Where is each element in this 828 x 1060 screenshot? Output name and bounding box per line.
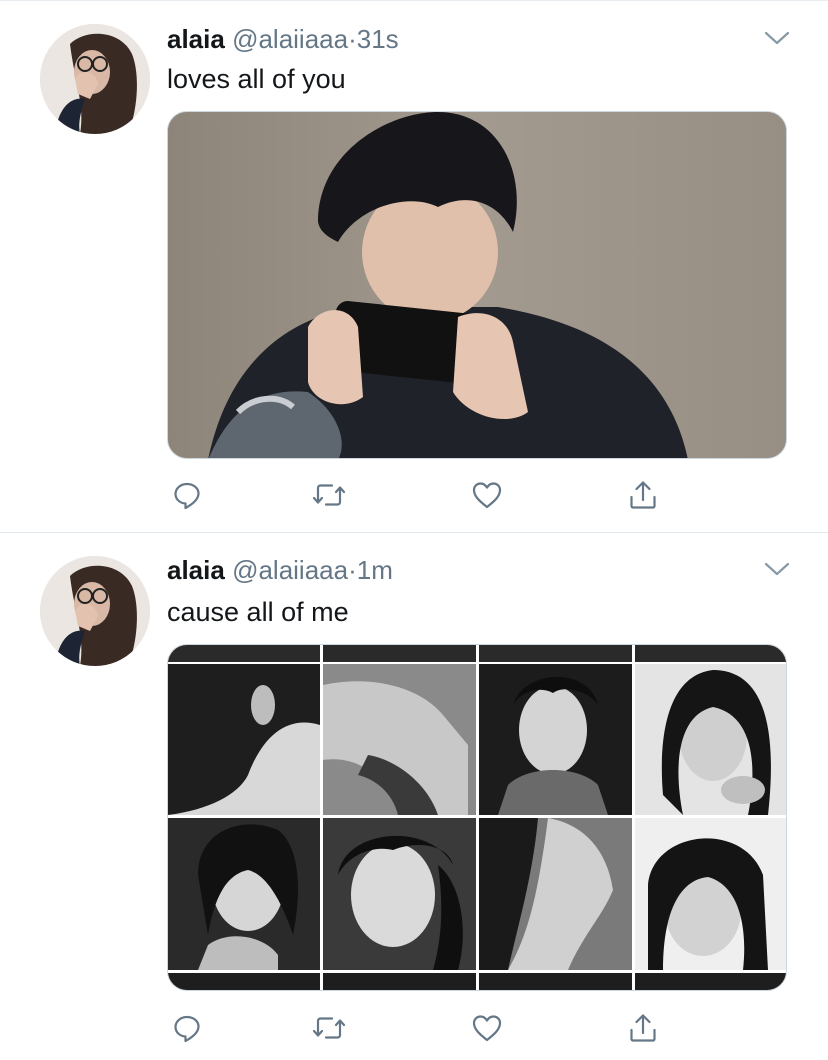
tweet-header: alaia @alaiiaaa·1m [167,553,393,587]
display-name[interactable]: alaia [167,555,225,585]
tweet[interactable]: alaia @alaiiaaa·1m cause all of me [0,533,828,1060]
display-name[interactable]: alaia [167,24,225,54]
tweet-photo-collage[interactable] [167,644,787,991]
handle[interactable]: @alaiiaaa [232,555,348,585]
tweet-text: cause all of me [167,597,349,627]
share-button[interactable] [623,475,663,515]
tweet-actions [167,1008,787,1048]
tweet-header: alaia @alaiiaaa·31s [167,22,399,56]
share-icon [630,1014,656,1042]
retweet-icon [312,484,346,506]
retweet-button[interactable] [309,1008,349,1048]
avatar-photo [40,556,150,666]
separator-dot: · [348,24,357,54]
tweet-actions [167,475,787,515]
reply-icon [174,1015,200,1043]
like-button[interactable] [467,1008,507,1048]
separator-dot: · [348,555,357,585]
tweet-photo[interactable] [167,111,787,459]
share-icon [630,481,656,509]
heart-icon [472,1015,502,1042]
share-button[interactable] [623,1008,663,1048]
like-button[interactable] [467,475,507,515]
timestamp[interactable]: 1m [357,555,393,585]
reply-icon [174,482,200,510]
chevron-down-icon[interactable] [762,28,792,48]
avatar[interactable] [40,24,150,134]
tweet[interactable]: alaia @alaiiaaa·31s loves all of you [0,0,828,533]
avatar-photo [40,24,150,134]
chevron-down-icon[interactable] [762,559,792,579]
timestamp[interactable]: 31s [357,24,399,54]
heart-icon [472,482,502,509]
avatar[interactable] [40,556,150,666]
tweet-text: loves all of you [167,64,346,94]
retweet-icon [312,1017,346,1039]
reply-button[interactable] [167,1008,207,1048]
retweet-button[interactable] [309,475,349,515]
reply-button[interactable] [167,475,207,515]
handle[interactable]: @alaiiaaa [232,24,348,54]
